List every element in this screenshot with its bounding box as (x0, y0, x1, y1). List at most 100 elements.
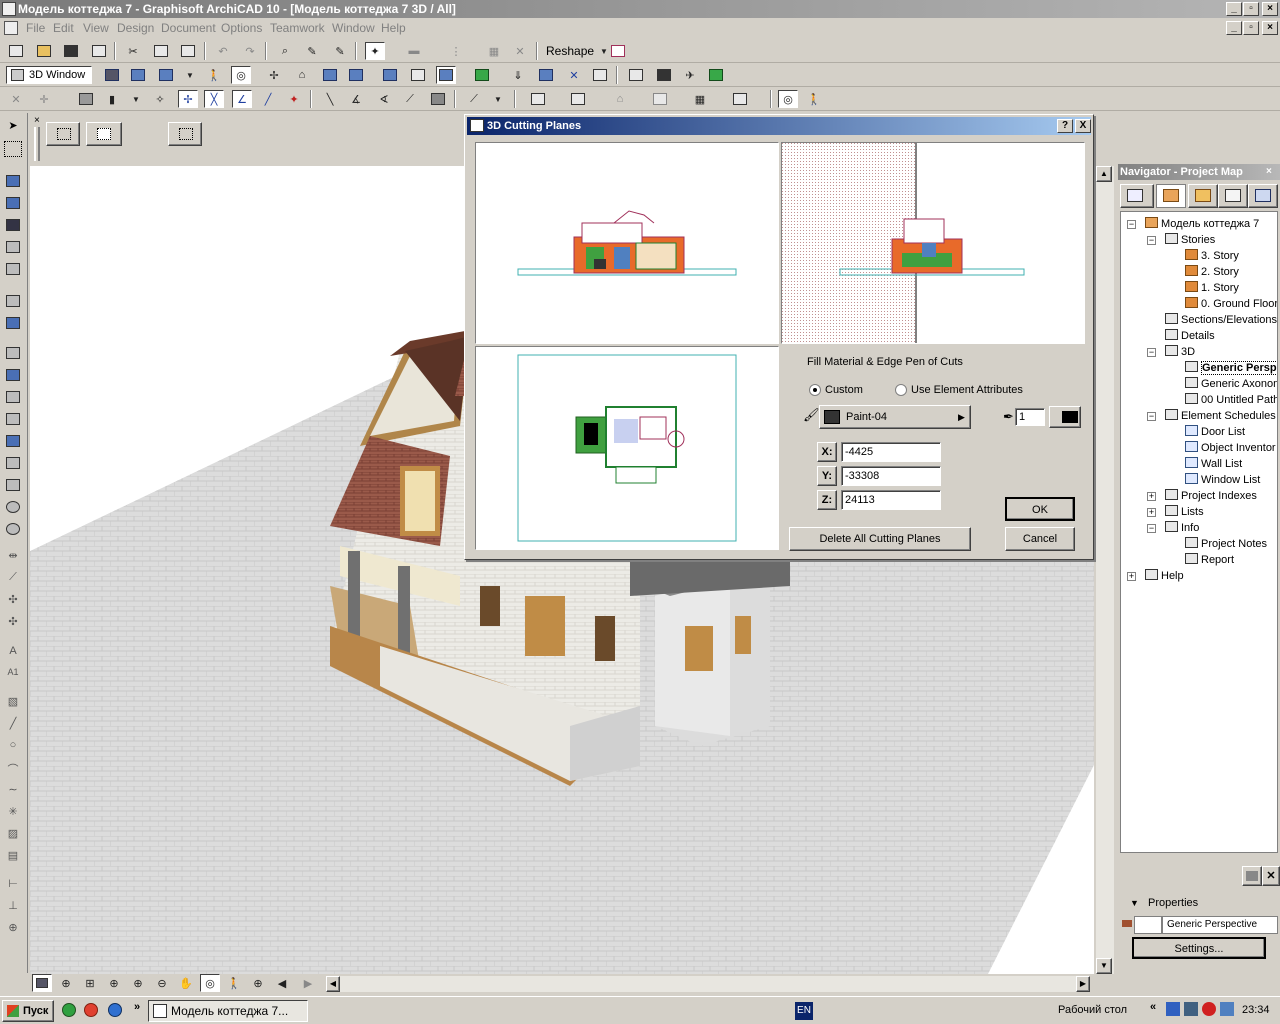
zoom-plus-icon[interactable]: ⊕ (104, 974, 124, 992)
zoom-area-icon[interactable]: ⊕ (128, 974, 148, 992)
tree-expander-17[interactable]: + (1147, 492, 1156, 501)
spline-tool-icon[interactable]: ∼ (4, 783, 22, 799)
measure-dropdown-icon[interactable]: ▼ (488, 90, 508, 108)
print-icon[interactable] (89, 42, 109, 60)
home-icon[interactable]: ⌂ (292, 66, 312, 84)
3d-view-mode-icon[interactable] (32, 974, 52, 992)
guide-line-icon[interactable]: ╱ (258, 90, 278, 108)
element-attributes-label[interactable]: Use Element Attributes (911, 384, 1023, 396)
display-3d-icon[interactable] (568, 90, 588, 108)
marquee-icon[interactable]: ✦ (365, 42, 385, 60)
tree-item[interactable]: Stories (1165, 232, 1215, 248)
new-file-icon[interactable] (6, 42, 26, 60)
close-window-button[interactable]: × (1262, 2, 1278, 16)
menu-edit[interactable]: Edit (53, 21, 74, 35)
taskbar-archicad-task[interactable]: Модель коттеджа 7... (148, 1000, 308, 1022)
menu-document[interactable]: Document (161, 21, 216, 35)
navigator-publisher-button[interactable] (1120, 184, 1154, 208)
text-tool-icon[interactable]: A (4, 645, 22, 661)
menu-view[interactable]: View (83, 21, 109, 35)
section-tool-icon[interactable]: ⊢ (4, 877, 22, 893)
lamp-tool-icon[interactable] (4, 477, 22, 493)
zoom-window-icon[interactable]: ⊞ (80, 974, 100, 992)
special-snap-icon[interactable]: ✦ (284, 90, 304, 108)
document-icon[interactable] (4, 21, 18, 35)
column2-tool-icon[interactable] (4, 367, 22, 383)
measure-icon[interactable]: ⟋ (464, 90, 484, 108)
3d-window-button[interactable]: 3D Window (6, 66, 92, 84)
menu-window[interactable]: Window (332, 21, 375, 35)
tree-expander-19[interactable]: − (1147, 524, 1156, 533)
tree-item[interactable]: Report (1185, 552, 1234, 568)
orbit-view-icon[interactable]: ◎ (200, 974, 220, 992)
tree-item[interactable]: 2. Story (1185, 264, 1239, 280)
line-tool-icon[interactable]: ╱ (4, 717, 22, 733)
ok-button[interactable]: OK (1005, 497, 1075, 521)
mesh-tool-icon[interactable] (4, 411, 22, 427)
slab-tool-icon[interactable] (4, 293, 22, 309)
tangent-icon[interactable]: ⟋ (400, 90, 420, 108)
tree-item[interactable]: Window List (1185, 472, 1260, 488)
pick-up-icon[interactable]: ✎ (302, 42, 322, 60)
orbit-icon[interactable]: ◎ (231, 66, 251, 84)
stair-tool-icon[interactable] (4, 389, 22, 405)
tree-item[interactable]: Модель коттеджа 7 (1145, 216, 1259, 232)
side-preview-pane[interactable] (781, 142, 1085, 344)
settings-button[interactable]: Settings... (1132, 937, 1266, 959)
arc-constraint-icon[interactable]: ∢ (374, 90, 394, 108)
quicklaunch-app1-icon[interactable] (62, 1003, 76, 1017)
reshape-menu[interactable]: Reshape (546, 44, 594, 58)
tree-item[interactable]: Details (1165, 328, 1215, 344)
multiply-icon[interactable]: ▦ (484, 42, 504, 60)
snap-off-icon[interactable]: ✕ (6, 90, 26, 108)
cut-icon[interactable]: ✂ (123, 42, 143, 60)
marquee-tool-icon[interactable] (4, 141, 22, 157)
project-map-tab[interactable] (1156, 184, 1186, 208)
fill-tool-icon[interactable]: ▧ (4, 695, 22, 711)
arrow-tool-icon[interactable]: ➤ (4, 119, 22, 135)
publisher-sets-tab[interactable] (1248, 184, 1278, 208)
3d-objects-icon[interactable] (346, 66, 366, 84)
undo-icon[interactable]: ↶ (213, 42, 233, 60)
tree-item[interactable]: 3. Story (1185, 248, 1239, 264)
redo-icon[interactable]: ↷ (240, 42, 260, 60)
h-scroll-right-button[interactable]: ▶ (1076, 976, 1090, 992)
fly-icon[interactable]: ✈ (680, 66, 700, 84)
angle-dimension-icon[interactable]: ✣ (4, 615, 22, 631)
start-button[interactable]: Пуск (2, 1000, 54, 1022)
quicklaunch-ie-icon[interactable] (108, 1003, 122, 1017)
tree-expander-12[interactable]: − (1147, 412, 1156, 421)
paste-icon[interactable] (178, 42, 198, 60)
tree-item[interactable]: 0. Ground Floor (1185, 296, 1277, 312)
align-icon[interactable]: ▬ (404, 42, 424, 60)
hidden-line-icon[interactable] (408, 66, 428, 84)
3d-projection-icon[interactable]: ✢ (264, 66, 284, 84)
tree-item[interactable]: Sections/Elevations (1165, 312, 1277, 328)
menu-options[interactable]: Options (221, 21, 262, 35)
gravity-zero-icon[interactable]: ▮ (102, 90, 122, 108)
tree-item[interactable]: Project Notes (1185, 536, 1267, 552)
save-icon[interactable] (61, 42, 81, 60)
tree-item[interactable]: Object Inventor (1185, 440, 1276, 456)
h-scroll-left-button[interactable]: ◀ (326, 976, 340, 992)
selection-method-button[interactable] (46, 122, 80, 146)
custom-radio-label[interactable]: Custom (825, 384, 863, 396)
navigator-close-icon[interactable]: × (1266, 166, 1272, 177)
dimension-tool-icon[interactable]: ⇹ (4, 549, 22, 565)
tray-app2-icon[interactable] (1184, 1002, 1198, 1016)
element-attributes-radio[interactable] (895, 384, 907, 396)
pen-display-icon[interactable] (650, 90, 670, 108)
x-coordinate-field[interactable]: -4425 (841, 442, 941, 462)
open-file-icon[interactable] (34, 42, 54, 60)
circle-tool-icon[interactable]: ○ (4, 739, 22, 755)
dialog-close-button[interactable]: X (1075, 119, 1091, 133)
detail-tool-icon[interactable]: ⊕ (4, 921, 22, 937)
tree-item[interactable]: Generic Axonom (1185, 376, 1277, 392)
view-grid-icon[interactable]: ▦ (690, 90, 710, 108)
hotspot-tool-icon[interactable]: ✳ (4, 805, 22, 821)
marquee-mode-button[interactable] (86, 122, 122, 146)
tree-item[interactable]: Generic Persp (1185, 360, 1277, 376)
scroll-down-button[interactable]: ▼ (1096, 958, 1112, 974)
viewport-horizontal-scrollbar[interactable]: ◀ ▶ (326, 976, 1090, 992)
tree-expander-1[interactable]: − (1147, 236, 1156, 245)
